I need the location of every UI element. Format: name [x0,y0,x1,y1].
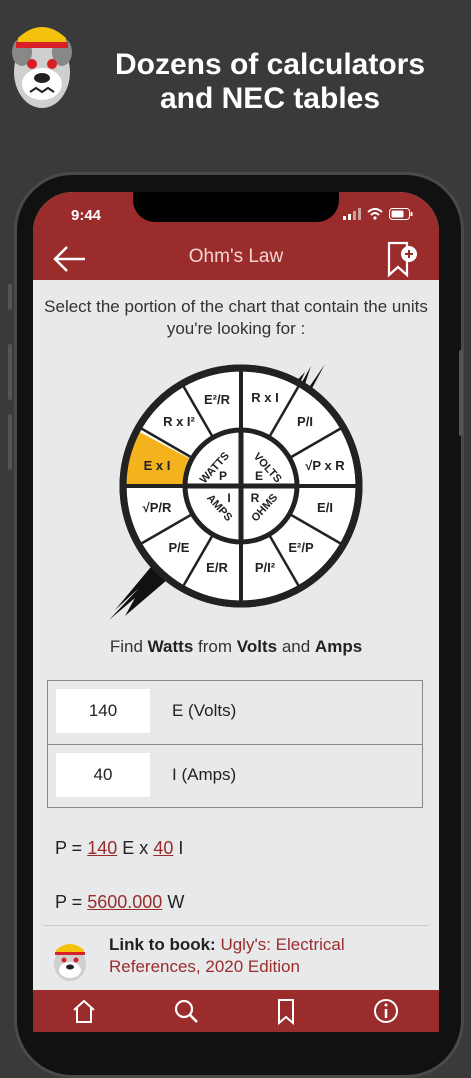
bookmark-icon [278,999,294,1026]
formula-value-volts: 140 [87,838,118,858]
phone-volume-down [8,414,12,470]
input-table: E (Volts) I (Amps) [47,680,423,808]
tab-search[interactable] [171,996,201,1026]
find-quantity-2: Amps [314,637,363,656]
book-link-label: Link to book: [109,935,216,954]
add-bookmark-button[interactable] [385,240,419,278]
formula-p-over-e[interactable]: P/E [169,540,190,555]
phone-mute-switch [8,284,12,310]
formula-p-over-i[interactable]: P/I [297,414,313,429]
find-and: and [281,637,311,656]
nav-title: Ohm's Law [188,246,284,267]
ohms-law-wheel: WATTS P VOLTS E AMPS I OHMS R E²/R R x I… [105,362,395,622]
formula-r-times-i[interactable]: R x I [251,390,278,405]
mascot-logo [8,12,76,112]
formula-unit: I [178,838,184,858]
formula-e-over-r[interactable]: E/R [206,560,228,575]
info-icon [374,999,398,1023]
result-lhs: P = [55,892,83,912]
amps-label: I (Amps) [172,765,237,784]
tab-info[interactable] [371,996,401,1026]
result-unit: W [167,892,185,912]
home-icon [73,999,95,1023]
formula-mid: E x [122,838,149,858]
phone-power-button [459,350,463,436]
result-value: 5600.000 [87,892,163,912]
volts-input[interactable] [56,689,150,733]
battery-icon [389,207,413,225]
book-link-text[interactable]: Link to book: Ugly's: Electrical Referen… [109,934,419,978]
find-from: from [198,637,233,656]
formula-e2-over-r[interactable]: E²/R [204,392,231,407]
app-screen: 9:44 Ohm's Law Select the portion of the… [33,192,439,1032]
book-link-row[interactable]: Link to book: Ugly's: Electrical Referen… [43,925,429,988]
formula-lhs: P = [55,838,83,858]
status-time: 9:44 [71,207,102,224]
status-icons [343,207,413,225]
center-label-i: I [227,491,230,505]
mascot-small-icon [51,936,89,982]
promo-line-1: Dozens of calculators [114,48,426,81]
promo-line-2: and NEC tables [159,82,381,115]
find-target: Watts [147,637,194,656]
phone-volume-up [8,344,12,400]
tab-home[interactable] [69,996,99,1026]
center-label-e: E [255,469,263,483]
tab-bar [33,990,439,1032]
instructions-text: Select the portion of the chart that con… [44,297,428,338]
center-label-r: R [251,491,260,505]
input-row-volts: E (Volts) [48,681,422,743]
find-quantity-1: Volts [236,637,278,656]
formula-value-amps: 40 [153,838,174,858]
tab-bookmarks[interactable] [271,996,301,1026]
amps-input[interactable] [56,753,150,797]
input-row-amps: I (Amps) [48,744,422,807]
formula-r-times-i2[interactable]: R x I² [163,414,195,429]
volts-label: E (Volts) [172,701,237,720]
status-bar: 9:44 [33,192,439,238]
formula-e-times-i[interactable]: E x I [144,458,171,473]
result-line: P = 5600.000 W [55,892,184,913]
formula-p-over-i2[interactable]: P/I² [255,560,276,575]
nav-bar: Ohm's Law [33,238,439,280]
signal-icon [343,207,361,225]
notch [133,192,339,222]
bookmark-add-icon [387,241,417,278]
center-label-p: P [219,469,227,483]
wifi-icon [367,207,383,225]
formula-sqrt-p-times-r[interactable]: √P x R [305,458,345,473]
find-prompt: Find Watts from Volts and Amps [33,637,439,657]
promo-headline: Dozens of calculators and NEC tables [80,48,460,116]
formula-sqrt-p-over-r[interactable]: √P/R [143,500,172,515]
find-prefix: Find [109,637,143,656]
search-icon [174,999,198,1023]
formula-e-over-i[interactable]: E/I [317,500,333,515]
formula-e2-over-p[interactable]: E²/P [288,540,314,555]
formula-line: P = 140 E x 40 I [55,838,183,859]
